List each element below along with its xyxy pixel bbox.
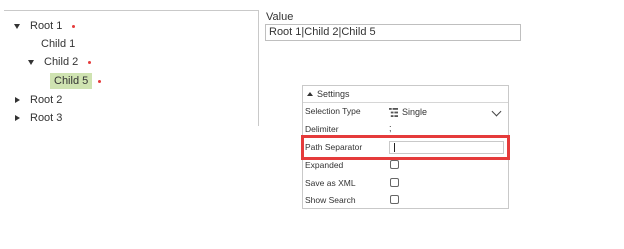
tree-node-label: Root 2 [30, 94, 63, 106]
tree-node-label: Child 1 [41, 38, 76, 50]
tree-node-root-3[interactable]: Root 3 [12, 109, 66, 127]
setting-row-show-search: Show Search [303, 192, 508, 210]
tree-node-child-1[interactable]: Child 1 [37, 35, 79, 53]
selection-type-select[interactable]: Single [389, 105, 504, 119]
tree-panel: Root 1 Child 1 Child 2 Child 5 Root 2 Ro… [4, 10, 259, 126]
modified-dot-icon [72, 24, 76, 28]
highlight-frame [301, 135, 510, 160]
show-search-checkbox[interactable] [390, 195, 399, 204]
settings-header[interactable]: Settings [303, 86, 508, 103]
setting-row-selection-type: Selection Type Single [303, 103, 508, 121]
collapse-caret-icon[interactable] [307, 92, 313, 96]
expanded-checkbox[interactable] [390, 160, 399, 169]
expand-icon[interactable] [12, 95, 22, 105]
modified-dot-icon [88, 60, 92, 64]
save-as-xml-checkbox[interactable] [390, 178, 399, 187]
tree-node-child-2[interactable]: Child 2 [26, 53, 92, 71]
selection-type-value: Single [402, 107, 428, 117]
value-label: Value [266, 11, 294, 23]
tree-node-root-2[interactable]: Root 2 [12, 91, 66, 109]
tree-node-label: Child 2 [44, 56, 79, 68]
modified-dot-icon [98, 79, 102, 83]
tree-node-child-5[interactable]: Child 5 [50, 72, 102, 90]
setting-label: Expanded [305, 160, 344, 170]
tree-node-label: Root 3 [30, 112, 63, 124]
collapse-icon[interactable] [12, 21, 22, 31]
setting-label: Show Search [305, 195, 356, 205]
collapse-icon[interactable] [26, 57, 36, 67]
list-selection-icon [389, 107, 398, 117]
setting-label: Delimiter [305, 124, 339, 134]
setting-row-save-as-xml: Save as XML [303, 175, 508, 193]
delimiter-value[interactable]: ; [389, 123, 392, 133]
tree-node-root-1[interactable]: Root 1 [12, 17, 76, 35]
settings-title: Settings [317, 89, 350, 99]
setting-label: Save as XML [305, 178, 356, 188]
tree-node-label: Child 5 [50, 73, 93, 89]
setting-label: Selection Type [305, 106, 361, 116]
chevron-down-icon[interactable] [491, 106, 502, 117]
expand-icon[interactable] [12, 113, 22, 123]
tree-node-label: Root 1 [30, 20, 63, 32]
value-field[interactable]: Root 1|Child 2|Child 5 [265, 24, 521, 41]
